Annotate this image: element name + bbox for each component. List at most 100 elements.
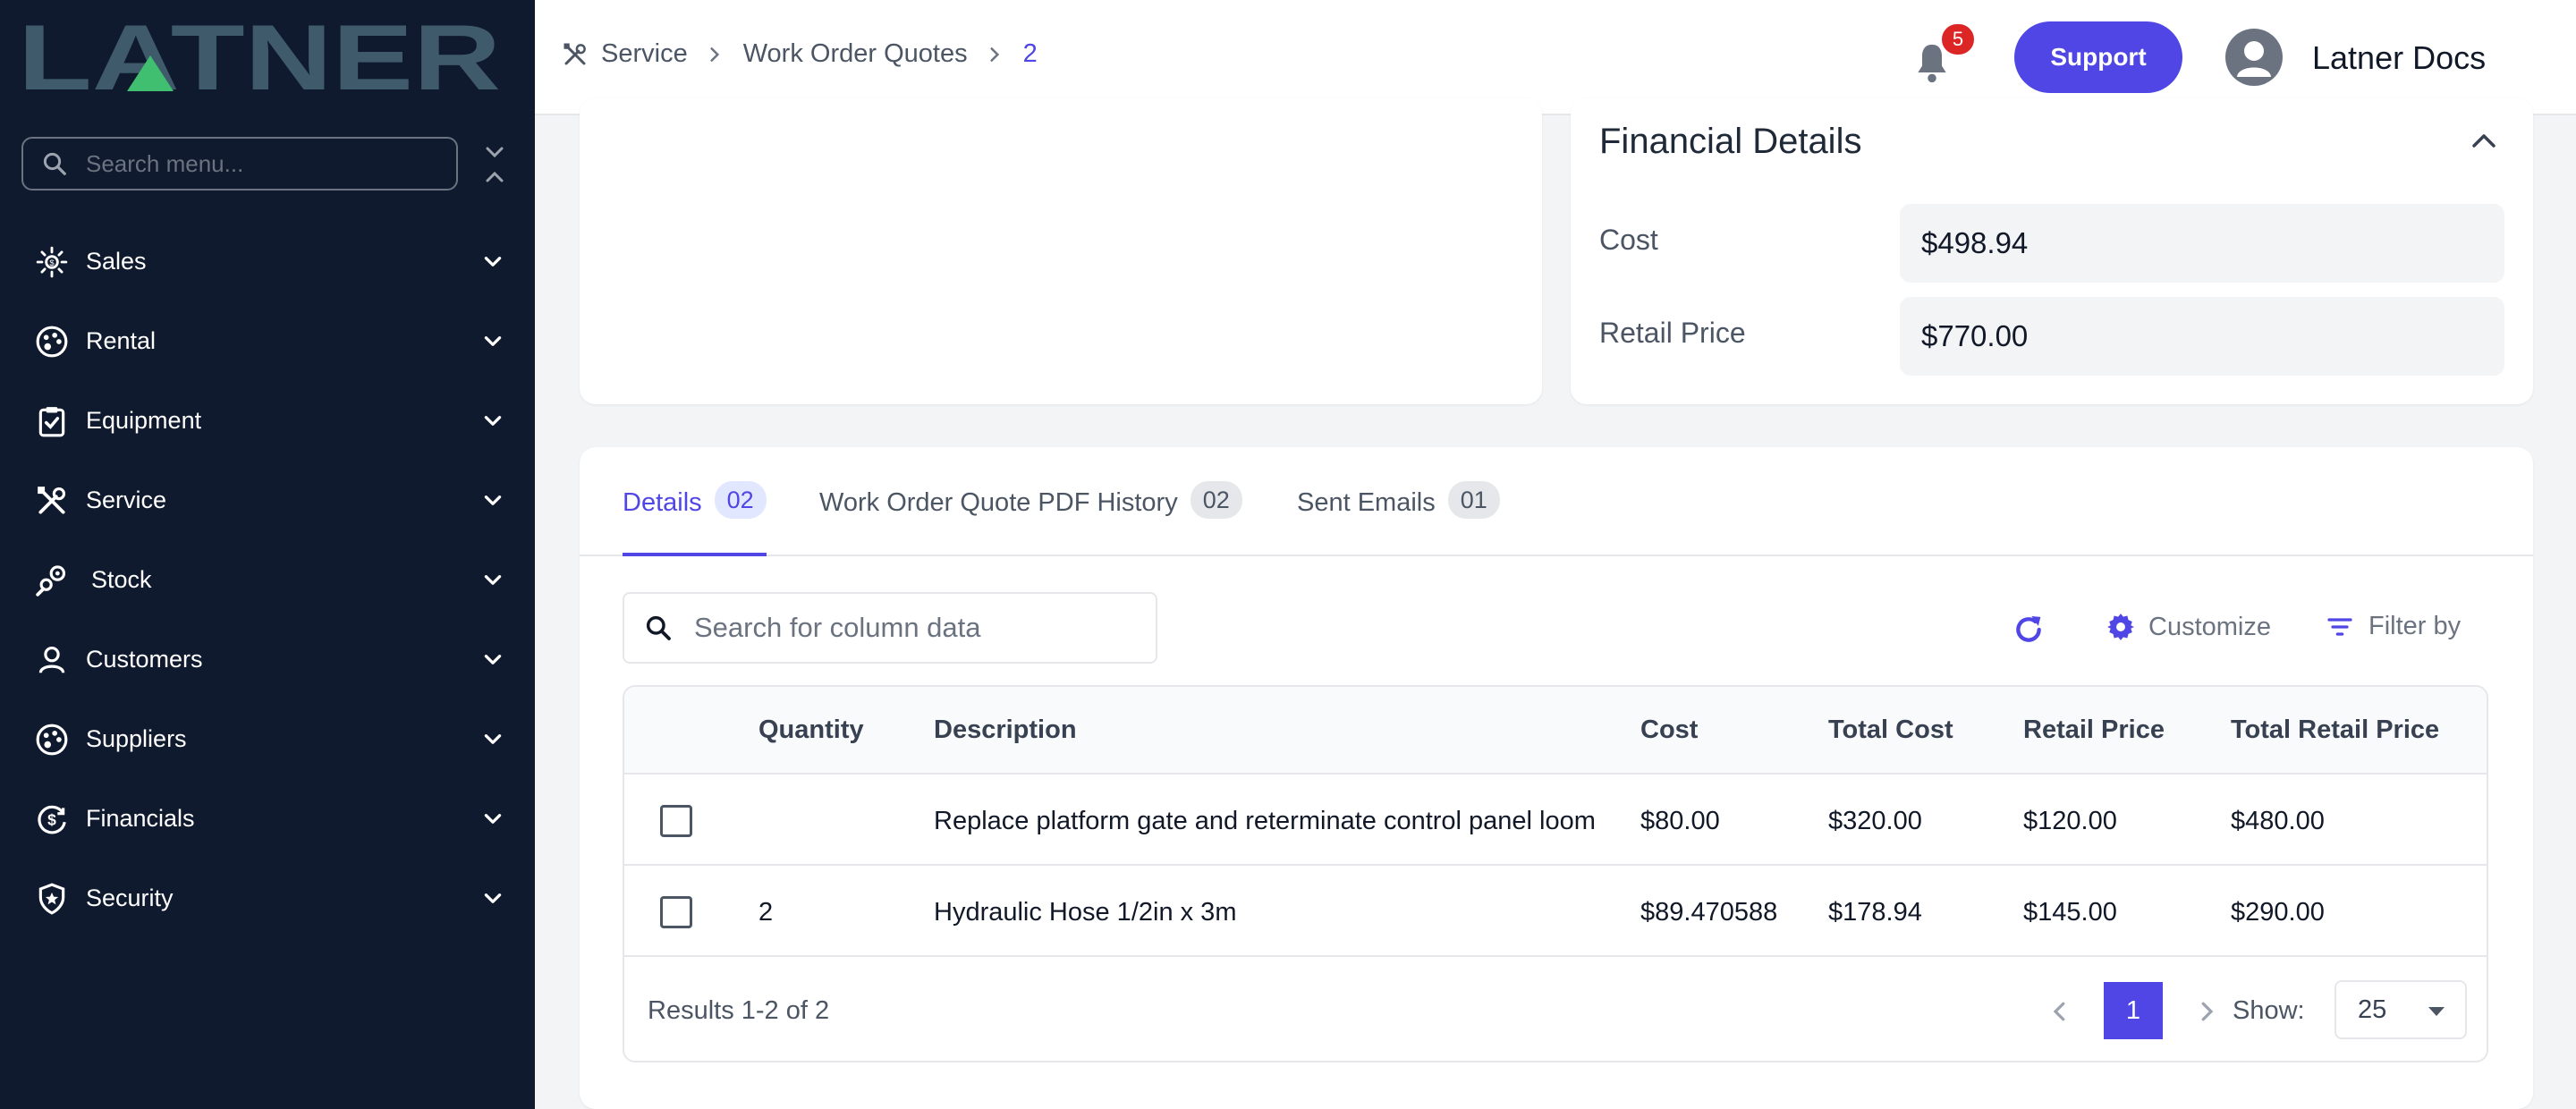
shield-star-icon bbox=[34, 881, 70, 917]
column-header-cost[interactable]: Cost bbox=[1640, 715, 1698, 745]
tab-sent-emails[interactable]: Sent Emails 01 bbox=[1297, 481, 1500, 556]
page-button-current[interactable]: 1 bbox=[2104, 982, 2163, 1039]
info-card bbox=[580, 98, 1542, 404]
cell-total-cost: $320.00 bbox=[1828, 807, 1922, 835]
column-header-total-cost[interactable]: Total Cost bbox=[1828, 715, 1953, 745]
user-name[interactable]: Latner Docs bbox=[2312, 39, 2486, 77]
sidebar: LATNER $ Sales Rental Equipment Service bbox=[0, 0, 535, 1109]
row-checkbox[interactable] bbox=[660, 896, 692, 928]
breadcrumb-current: 2 bbox=[1022, 39, 1038, 68]
details-card: Details 02 Work Order Quote PDF History … bbox=[580, 447, 2533, 1109]
cell-total-retail-price: $480.00 bbox=[2231, 807, 2325, 835]
customize-label: Customize bbox=[2148, 612, 2271, 641]
sidebar-item-rental[interactable]: Rental bbox=[0, 301, 535, 381]
page-size-value: 25 bbox=[2358, 995, 2387, 1024]
sidebar-item-label: Service bbox=[86, 487, 167, 513]
tab-label: Details bbox=[623, 488, 702, 517]
sidebar-item-label: Equipment bbox=[86, 407, 202, 434]
sidebar-item-label: Customers bbox=[86, 646, 203, 673]
chevron-down-icon bbox=[484, 575, 502, 585]
cost-field: $498.94 bbox=[1900, 204, 2504, 283]
sidebar-item-stock[interactable]: Stock bbox=[0, 540, 535, 620]
rental-icon bbox=[34, 324, 70, 360]
cell-quantity: 2 bbox=[758, 898, 774, 927]
tab-label: Work Order Quote PDF History bbox=[819, 488, 1178, 517]
filter-by-label: Filter by bbox=[2368, 612, 2462, 640]
avatar[interactable] bbox=[2225, 29, 2283, 86]
column-search-box[interactable] bbox=[623, 592, 1157, 664]
menu-search-input[interactable] bbox=[86, 149, 426, 178]
table-row[interactable]: 2 Hydraulic Hose 1/2in x 3m $89.470588 $… bbox=[624, 866, 2487, 957]
breadcrumb-work-order-quotes[interactable]: Work Order Quotes bbox=[743, 39, 968, 69]
user-icon bbox=[2237, 41, 2271, 77]
support-button[interactable]: Support bbox=[2014, 21, 2182, 93]
chevron-right-icon bbox=[990, 47, 999, 62]
tab-pdf-history[interactable]: Work Order Quote PDF History 02 bbox=[819, 481, 1242, 556]
chevron-up-icon[interactable] bbox=[2470, 131, 2497, 150]
financial-details-title: Financial Details bbox=[1599, 122, 1862, 161]
tab-count-badge: 02 bbox=[1190, 481, 1242, 519]
chevron-right-icon bbox=[710, 47, 719, 62]
person-icon bbox=[34, 642, 70, 678]
table-header: Quantity Description Cost Total Cost Ret… bbox=[624, 687, 2487, 775]
svg-text:$: $ bbox=[47, 810, 56, 828]
cell-description: Hydraulic Hose 1/2in x 3m bbox=[934, 898, 1237, 927]
gears-icon bbox=[34, 563, 70, 598]
chevron-down-icon bbox=[484, 336, 502, 346]
sidebar-item-customers[interactable]: Customers bbox=[0, 620, 535, 699]
chevron-right-icon[interactable] bbox=[2193, 998, 2220, 1025]
menu-search-box[interactable] bbox=[21, 137, 458, 190]
table-row[interactable]: Replace platform gate and reterminate co… bbox=[624, 775, 2487, 866]
sidebar-item-sales[interactable]: $ Sales bbox=[0, 222, 535, 301]
sidebar-item-label: Financials bbox=[86, 805, 195, 832]
tab-bar: Details 02 Work Order Quote PDF History … bbox=[580, 447, 2533, 556]
tab-count-badge: 01 bbox=[1447, 481, 1500, 519]
sales-icon: $ bbox=[34, 244, 70, 280]
sidebar-item-security[interactable]: Security bbox=[0, 859, 535, 938]
chevron-down-icon bbox=[484, 495, 502, 505]
search-icon bbox=[43, 152, 66, 175]
filter-by-button[interactable]: Filter by bbox=[2326, 612, 2461, 641]
dollar-cycle-icon: $ bbox=[34, 801, 70, 837]
gear-icon bbox=[2107, 614, 2134, 640]
column-header-quantity[interactable]: Quantity bbox=[758, 715, 864, 745]
chevron-down-icon bbox=[484, 734, 502, 744]
caret-down-icon bbox=[2428, 1007, 2445, 1016]
breadcrumb-service[interactable]: Service bbox=[601, 39, 688, 69]
sidebar-item-equipment[interactable]: Equipment bbox=[0, 381, 535, 461]
column-header-total-retail-price[interactable]: Total Retail Price bbox=[2231, 715, 2439, 745]
tools-icon bbox=[34, 483, 70, 519]
search-icon bbox=[646, 615, 671, 640]
latner-logo[interactable]: LATNER bbox=[18, 23, 501, 93]
clipboard-check-icon bbox=[34, 403, 70, 439]
chevron-left-icon[interactable] bbox=[2046, 998, 2073, 1025]
cell-retail-price: $120.00 bbox=[2023, 807, 2117, 835]
retail-price-field: $770.00 bbox=[1900, 297, 2504, 376]
line-items-table: Quantity Description Cost Total Cost Ret… bbox=[623, 685, 2488, 1062]
tab-count-badge: 02 bbox=[714, 481, 767, 519]
tab-details[interactable]: Details 02 bbox=[623, 481, 767, 556]
filter-icon bbox=[2327, 617, 2352, 636]
page-size-select[interactable]: 25 bbox=[2334, 980, 2467, 1039]
column-header-description[interactable]: Description bbox=[934, 715, 1077, 745]
notification-badge: 5 bbox=[1939, 21, 1977, 57]
sidebar-item-service[interactable]: Service bbox=[0, 461, 535, 540]
sidebar-item-financials[interactable]: $ Financials bbox=[0, 779, 535, 859]
chevron-down-icon bbox=[484, 814, 502, 824]
cell-total-cost: $178.94 bbox=[1828, 898, 1922, 927]
cell-total-retail-price: $290.00 bbox=[2231, 898, 2325, 927]
sidebar-item-label: Rental bbox=[86, 327, 157, 354]
column-search-input[interactable] bbox=[694, 612, 1141, 644]
customize-button[interactable]: Customize bbox=[2106, 612, 2271, 642]
sidebar-item-label: Security bbox=[86, 885, 174, 911]
cost-label: Cost bbox=[1599, 224, 1658, 256]
refresh-icon[interactable] bbox=[2011, 612, 2046, 648]
collapse-sidebar-icon[interactable] bbox=[481, 145, 508, 184]
chevron-down-icon bbox=[484, 893, 502, 903]
column-header-retail-price[interactable]: Retail Price bbox=[2023, 715, 2165, 745]
results-count: Results 1-2 of 2 bbox=[648, 996, 830, 1025]
page-size-label: Show: bbox=[2233, 996, 2305, 1025]
chevron-down-icon bbox=[484, 416, 502, 426]
row-checkbox[interactable] bbox=[660, 805, 692, 837]
sidebar-item-suppliers[interactable]: Suppliers bbox=[0, 699, 535, 779]
